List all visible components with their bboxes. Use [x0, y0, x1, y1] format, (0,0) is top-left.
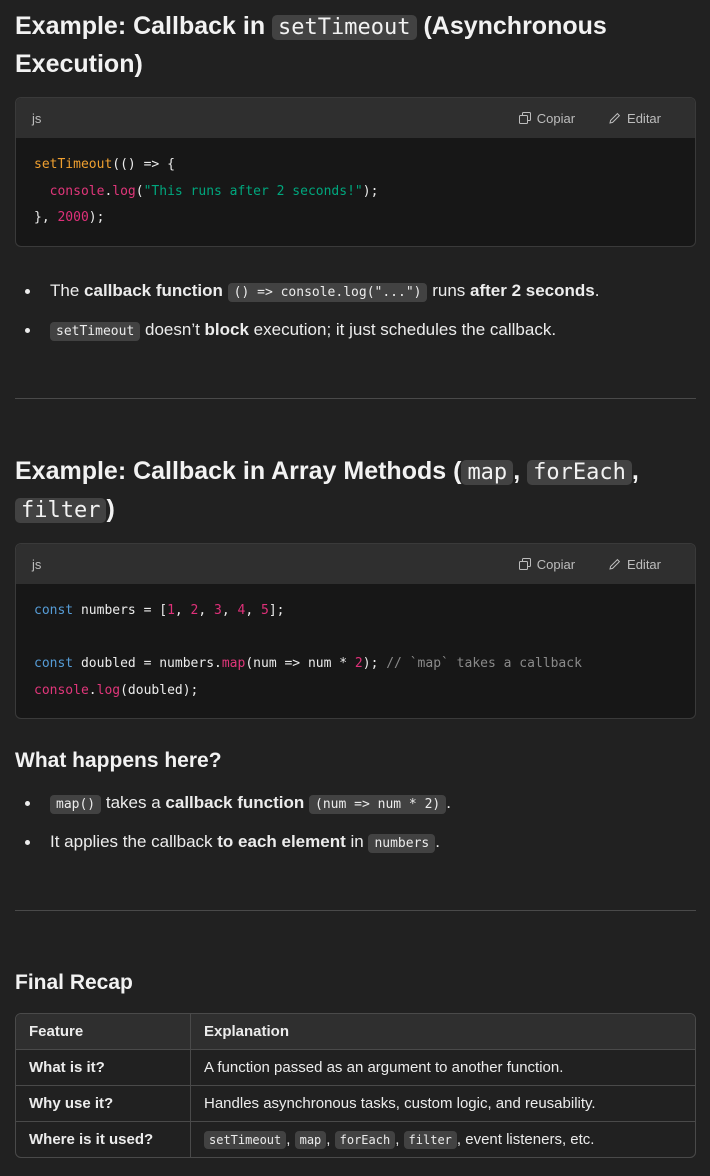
text: The — [50, 281, 85, 300]
copy-icon — [518, 112, 531, 124]
bold-text: block — [204, 320, 249, 339]
inline-code: numbers — [368, 834, 436, 853]
section-divider — [15, 910, 696, 911]
cell-feature: Where is it used? — [16, 1122, 191, 1157]
table-row: Why use it? Handles asynchronous tasks, … — [16, 1086, 695, 1122]
table-header-row: Feature Explanation — [16, 1014, 695, 1050]
heading-inline-code: forEach — [527, 460, 632, 485]
copy-label: Copiar — [536, 110, 576, 126]
code-block-settimeout: js Copiar Editar setTimeout(() => { cons… — [15, 97, 696, 247]
edit-button[interactable]: Editar — [609, 111, 661, 126]
code-body: setTimeout(() => { console.log("This run… — [16, 138, 695, 246]
code-line: const doubled = numbers.map(num => num *… — [34, 656, 582, 671]
section-heading-settimeout: Example: Callback in setTimeout (Asynchr… — [15, 8, 696, 82]
code-line: const numbers = [1, 2, 3, 4, 5]; — [34, 603, 285, 618]
text: . — [446, 793, 451, 812]
cell-explanation: setTimeout, map, forEach, filter, event … — [191, 1122, 695, 1157]
bullet-list-settimeout: The callback function () => console.log(… — [15, 278, 696, 356]
code-line: console.log(doubled); — [34, 682, 199, 698]
recap-table: Feature Explanation What is it? A functi… — [15, 1013, 696, 1158]
subheading-what-happens: What happens here? — [15, 749, 222, 772]
code-actions: Copiar Editar — [518, 544, 661, 584]
code-line: }, 2000); — [34, 210, 105, 225]
heading-text: , — [631, 457, 639, 485]
code-block-header: js Copiar Editar — [16, 98, 695, 138]
inline-code: setTimeout — [204, 1131, 287, 1149]
bold-text: after 2 seconds — [470, 281, 595, 300]
code-line: setTimeout(() => { — [34, 157, 175, 172]
cell-feature: Why use it? — [16, 1086, 191, 1122]
table-row: What is it? A function passed as an argu… — [16, 1050, 695, 1086]
text: runs — [427, 281, 471, 300]
code-line: console.log("This runs after 2 seconds!"… — [49, 183, 379, 199]
column-header: Explanation — [191, 1014, 695, 1050]
pencil-icon — [609, 558, 621, 570]
inline-code: setTimeout — [50, 322, 141, 341]
heading-inline-code: filter — [15, 498, 107, 523]
cell-feature: What is it? — [16, 1050, 191, 1086]
text: It applies the callback — [50, 832, 218, 851]
subheading-final-recap: Final Recap — [15, 971, 133, 994]
heading-text: , — [513, 457, 528, 485]
code-language-label: js — [32, 110, 42, 126]
column-header: Feature — [16, 1014, 191, 1050]
inline-code: map() — [50, 795, 102, 814]
cell-explanation: Handles asynchronous tasks, custom logic… — [191, 1086, 695, 1122]
text: takes a — [101, 793, 166, 812]
inline-code: () => console.log("...") — [227, 283, 428, 302]
inline-code: map — [294, 1131, 327, 1149]
inline-code: (num => num * 2) — [309, 795, 447, 814]
inline-code: forEach — [334, 1131, 396, 1149]
table-row: Where is it used? setTimeout, map, forEa… — [16, 1122, 695, 1157]
heading-text: Example: Callback in — [15, 12, 273, 40]
copy-icon — [518, 558, 531, 570]
text: , event listeners, etc. — [456, 1131, 595, 1148]
heading-text: Example: Callback in Array Methods ( — [15, 457, 462, 485]
section-divider — [15, 398, 696, 399]
code-block-header: js Copiar Editar — [16, 544, 695, 584]
list-item: setTimeout doesn’t block execution; it j… — [15, 317, 696, 356]
copy-label: Copiar — [536, 556, 576, 572]
heading-text: ) — [106, 495, 115, 523]
bold-text: to each element — [217, 832, 346, 851]
bold-text: callback function — [84, 281, 223, 300]
bold-text: callback function — [165, 793, 305, 812]
code-actions: Copiar Editar — [518, 98, 661, 138]
text: . — [435, 832, 440, 851]
list-item: The callback function () => console.log(… — [15, 278, 696, 317]
code-block-array-methods: js Copiar Editar const numbers = [1, 2, … — [15, 543, 696, 719]
code-language-label: js — [32, 556, 42, 572]
text: in — [345, 832, 369, 851]
edit-label: Editar — [627, 110, 661, 126]
code-lines: setTimeout(() => { console.log("This run… — [34, 152, 677, 232]
text: doesn’t — [140, 320, 205, 339]
heading-inline-code: setTimeout — [272, 15, 417, 40]
pencil-icon — [609, 112, 621, 124]
text: execution; it just schedules the callbac… — [248, 320, 557, 339]
copy-button[interactable]: Copiar — [518, 110, 576, 126]
list-item: map() takes a callback function (num => … — [15, 790, 696, 829]
bullet-list-what-happens: map() takes a callback function (num => … — [15, 790, 696, 868]
section-heading-array-methods: Example: Callback in Array Methods (map,… — [15, 453, 696, 529]
code-lines: const numbers = [1, 2, 3, 4, 5]; const d… — [34, 598, 677, 704]
edit-button[interactable]: Editar — [609, 557, 661, 572]
text: . — [594, 281, 600, 300]
cell-explanation: A function passed as an argument to anot… — [191, 1050, 695, 1086]
edit-label: Editar — [627, 556, 661, 572]
copy-button[interactable]: Copiar — [518, 556, 576, 572]
list-item: It applies the callback to each element … — [15, 829, 696, 868]
heading-inline-code: map — [461, 460, 514, 485]
code-body: const numbers = [1, 2, 3, 4, 5]; const d… — [16, 584, 695, 718]
inline-code: filter — [403, 1131, 457, 1149]
